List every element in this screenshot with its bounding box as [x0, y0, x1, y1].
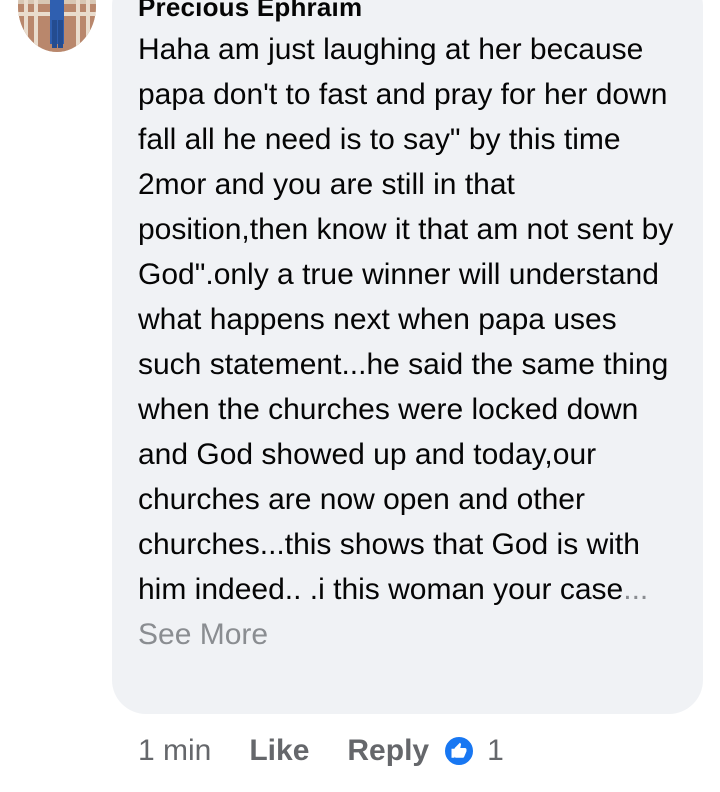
like-button[interactable]: Like [249, 734, 309, 768]
comment-actions: 1 min Like Reply 1 [138, 730, 504, 772]
comment-body: Haha am just laughing at her because pap… [138, 33, 674, 606]
comment-text: Haha am just laughing at her because pap… [138, 27, 683, 657]
avatar[interactable] [18, 0, 96, 52]
thumbs-up-icon[interactable] [443, 735, 476, 767]
comment-timestamp[interactable]: 1 min [138, 734, 211, 768]
reply-button[interactable]: Reply [347, 734, 429, 768]
reaction-count[interactable]: 1 [487, 734, 504, 768]
comment-author[interactable]: Precious Ephraim [138, 0, 362, 23]
